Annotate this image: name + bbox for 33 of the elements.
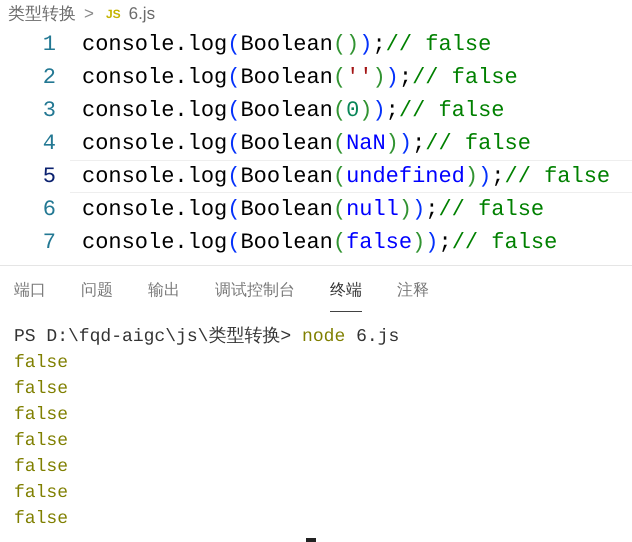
- line-number: 6: [42, 196, 57, 224]
- terminal-output-line: false: [14, 430, 68, 453]
- terminal-output-line: false: [14, 404, 68, 427]
- panel-tab[interactable]: 问题: [81, 279, 113, 312]
- terminal-output-line: false: [14, 378, 68, 401]
- code-line: console.log(Boolean());// false: [81, 31, 492, 60]
- breadcrumb-separator: >: [84, 3, 94, 26]
- line-number: 1: [42, 31, 57, 60]
- panel-tab[interactable]: 输出: [148, 279, 180, 312]
- breadcrumb-folder[interactable]: 类型转换: [8, 1, 76, 27]
- cursor-icon: [306, 538, 316, 542]
- panel-tab[interactable]: 调试控制台: [215, 279, 295, 312]
- code-line: console.log(Boolean(''));// false: [81, 64, 519, 92]
- line-number: 2: [42, 64, 57, 92]
- code-line: console.log(Boolean(null));// false: [81, 196, 546, 224]
- code-line: console.log(Boolean(NaN));// false: [81, 130, 532, 158]
- terminal-output-line: false: [14, 456, 68, 479]
- code-line: console.log(Boolean(undefined));// false: [70, 160, 632, 194]
- breadcrumb-file[interactable]: 6.js: [128, 1, 156, 27]
- js-file-icon: JS: [106, 5, 121, 24]
- line-number: 4: [42, 130, 57, 158]
- panel-tab[interactable]: 端口: [14, 279, 46, 312]
- line-number: 5: [42, 163, 57, 192]
- terminal-output-line: false: [14, 508, 68, 531]
- panel-tab[interactable]: 注释: [397, 279, 429, 312]
- terminal-output-line: false: [14, 352, 68, 375]
- line-number: 3: [42, 97, 57, 126]
- code-line: console.log(Boolean(false));// false: [81, 229, 558, 258]
- terminal-command-line: PS D:\fqd-aigc\js\类型转换> node 6.js: [14, 325, 400, 349]
- terminal-output-line: false: [14, 482, 68, 505]
- panel-tab[interactable]: 终端: [330, 279, 362, 312]
- code-line: console.log(Boolean(0));// false: [81, 97, 506, 126]
- line-number: 7: [42, 229, 57, 258]
